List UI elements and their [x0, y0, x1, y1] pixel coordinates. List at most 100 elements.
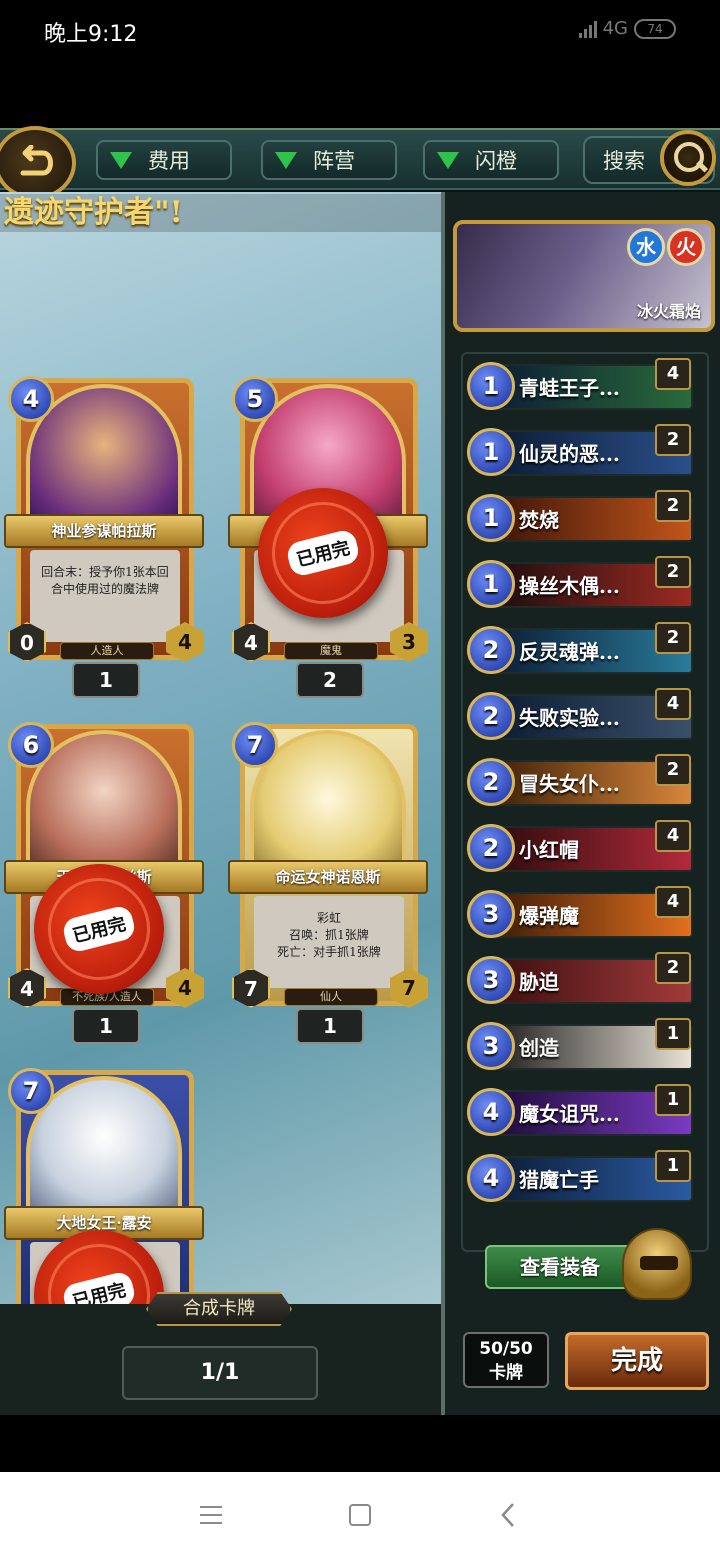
deck-card-name: 操丝木偶... [519, 574, 620, 598]
home-icon[interactable] [349, 1504, 371, 1526]
deck-card-count: 2 [655, 622, 691, 654]
collection-card[interactable]: 天堂女王·丝斯 不死族/人造人 6 4 4 1 已用完 [4, 722, 204, 1044]
card-cost: 7 [8, 1068, 54, 1114]
deck-row[interactable]: 反灵魂弹... 2 2 [467, 622, 695, 680]
deck-card-cost: 4 [467, 1154, 515, 1202]
card-collection-panel: 遗迹守护者"! 神业参谋帕拉斯 回合末：授予你1张本回合中使用过的魔法牌 人造人… [0, 192, 441, 1304]
collection-title: 遗迹守护者"! [0, 194, 441, 232]
hero-portrait[interactable]: 水 火 冰火霜焰 [453, 220, 715, 332]
deck-card-count: 2 [655, 424, 691, 456]
deck-row[interactable]: 操丝木偶... 1 2 [467, 556, 695, 614]
deck-card-count: 2 [655, 952, 691, 984]
filter-faction-label: 阵营 [313, 149, 355, 173]
deck-count: 50/50 卡牌 [463, 1332, 549, 1388]
status-bar: 晚上9:12 4G 74 [0, 0, 720, 62]
collection-card[interactable]: 饕餮公主·巴卜 魔鬼 5 4 3 2 已用完 [228, 376, 428, 698]
card-cost: 6 [8, 722, 54, 768]
deck-row[interactable]: 创造 3 1 [467, 1018, 695, 1076]
deck-card-cost: 1 [467, 428, 515, 476]
deck-row[interactable]: 猎魔亡手 4 1 [467, 1150, 695, 1208]
card-name: 命运女神诺恩斯 [228, 860, 428, 894]
deck-card-cost: 2 [467, 626, 515, 674]
search-label: 搜索 [603, 149, 645, 173]
deck-card-name: 失败实验... [519, 706, 620, 730]
filter-toolbar: 费用 阵营 闪橙 搜索 [0, 126, 720, 200]
helmet-icon [622, 1228, 692, 1300]
deck-row[interactable]: 爆弹魔 3 4 [467, 886, 695, 944]
deck-card-cost: 3 [467, 1022, 515, 1070]
signal-icon [578, 20, 597, 38]
card-text: 回合末：授予你1张本回合中使用过的魔法牌 [30, 550, 180, 642]
filter-faction-button[interactable]: 阵营 [261, 140, 397, 180]
deck-builder-screen: 费用 阵营 闪橙 搜索 遗迹守护者"! 神业参谋帕拉斯 回合末：授予你1张本回合… [0, 126, 720, 1415]
dropdown-triangle-icon [437, 151, 459, 169]
deck-row[interactable]: 失败实验... 2 4 [467, 688, 695, 746]
deck-card-count: 4 [655, 358, 691, 390]
page-indicator: 1/1 [122, 1346, 318, 1400]
deck-card-cost: 2 [467, 824, 515, 872]
view-equipment-button[interactable]: 查看装备 [485, 1245, 635, 1289]
deck-card-cost: 2 [467, 758, 515, 806]
craft-cards-button[interactable]: 合成卡牌 [146, 1292, 292, 1326]
deck-card-count: 2 [655, 556, 691, 588]
fire-element-icon: 火 [667, 228, 705, 266]
deck-card-cost: 3 [467, 956, 515, 1004]
dropdown-triangle-icon [275, 151, 297, 169]
card-quantity: 1 [72, 662, 140, 698]
deck-card-name: 反灵魂弹... [519, 640, 620, 664]
deck-card-count: 1 [655, 1018, 691, 1050]
filter-rarity-label: 闪橙 [475, 149, 517, 173]
deck-card-name: 爆弹魔 [519, 904, 579, 928]
back-button[interactable] [0, 126, 76, 200]
back-icon[interactable] [500, 1502, 516, 1528]
deck-card-count: 4 [655, 688, 691, 720]
deck-row[interactable]: 青蛙王子... 1 4 [467, 358, 695, 416]
deck-card-count: 1 [655, 1084, 691, 1116]
card-quantity: 1 [72, 1008, 140, 1044]
deck-card-count: 1 [655, 1150, 691, 1182]
filter-cost-button[interactable]: 费用 [96, 140, 232, 180]
deck-card-name: 仙灵的恶... [519, 442, 620, 466]
deck-card-name: 小红帽 [519, 838, 579, 862]
deck-card-cost: 4 [467, 1088, 515, 1136]
deck-card-count: 4 [655, 820, 691, 852]
card-type: 人造人 [60, 642, 154, 660]
deck-card-cost: 3 [467, 890, 515, 938]
deck-row[interactable]: 小红帽 2 4 [467, 820, 695, 878]
card-cost: 4 [8, 376, 54, 422]
collection-card[interactable]: 大地女王·露安 精灵 7 7 7 2 已用完 [4, 1068, 204, 1304]
deck-card-cost: 1 [467, 560, 515, 608]
collection-card[interactable]: 神业参谋帕拉斯 回合末：授予你1张本回合中使用过的魔法牌 人造人 4 0 4 1 [4, 376, 204, 698]
deck-card-name: 胁迫 [519, 970, 559, 994]
filter-rarity-button[interactable]: 闪橙 [423, 140, 559, 180]
used-up-label: 已用完 [284, 528, 362, 578]
battery-icon: 74 [634, 18, 676, 39]
card-name: 神业参谋帕拉斯 [4, 514, 204, 548]
used-up-label: 已用完 [60, 904, 138, 954]
deck-row[interactable]: 魔女诅咒... 4 1 [467, 1084, 695, 1142]
water-element-icon: 水 [627, 228, 665, 266]
recent-apps-icon[interactable] [200, 1506, 222, 1524]
deck-panel: 水 火 冰火霜焰 青蛙王子... 1 4 仙灵的恶... 1 2 焚烧 1 2 操丝木偶..… [441, 192, 720, 1415]
card-cost: 5 [232, 376, 278, 422]
system-nav-bar [0, 1472, 720, 1560]
deck-card-name: 焚烧 [519, 508, 559, 532]
deck-card-count: 2 [655, 490, 691, 522]
deck-row[interactable]: 冒失女仆... 2 2 [467, 754, 695, 812]
card-quantity: 2 [296, 662, 364, 698]
search-icon[interactable] [660, 130, 716, 186]
used-up-label: 已用完 [60, 1270, 138, 1304]
deck-count-value: 50/50 [479, 1339, 533, 1359]
deck-row[interactable]: 仙灵的恶... 1 2 [467, 424, 695, 482]
filter-cost-label: 费用 [148, 149, 190, 173]
deck-count-label: 卡牌 [489, 1363, 523, 1383]
deck-card-name: 青蛙王子... [519, 376, 620, 400]
card-text: 彩虹 召唤：抓1张牌 死亡：对手抓1张牌 [254, 896, 404, 988]
collection-card[interactable]: 命运女神诺恩斯 彩虹 召唤：抓1张牌 死亡：对手抓1张牌 仙人 7 7 7 1 [228, 722, 428, 1044]
deck-row[interactable]: 焚烧 1 2 [467, 490, 695, 548]
card-quantity: 1 [296, 1008, 364, 1044]
deck-row[interactable]: 胁迫 3 2 [467, 952, 695, 1010]
deck-card-cost: 1 [467, 362, 515, 410]
deck-card-list[interactable]: 青蛙王子... 1 4 仙灵的恶... 1 2 焚烧 1 2 操丝木偶... 1 2 反灵魂弹.… [461, 352, 709, 1252]
done-button[interactable]: 完成 [565, 1332, 709, 1390]
